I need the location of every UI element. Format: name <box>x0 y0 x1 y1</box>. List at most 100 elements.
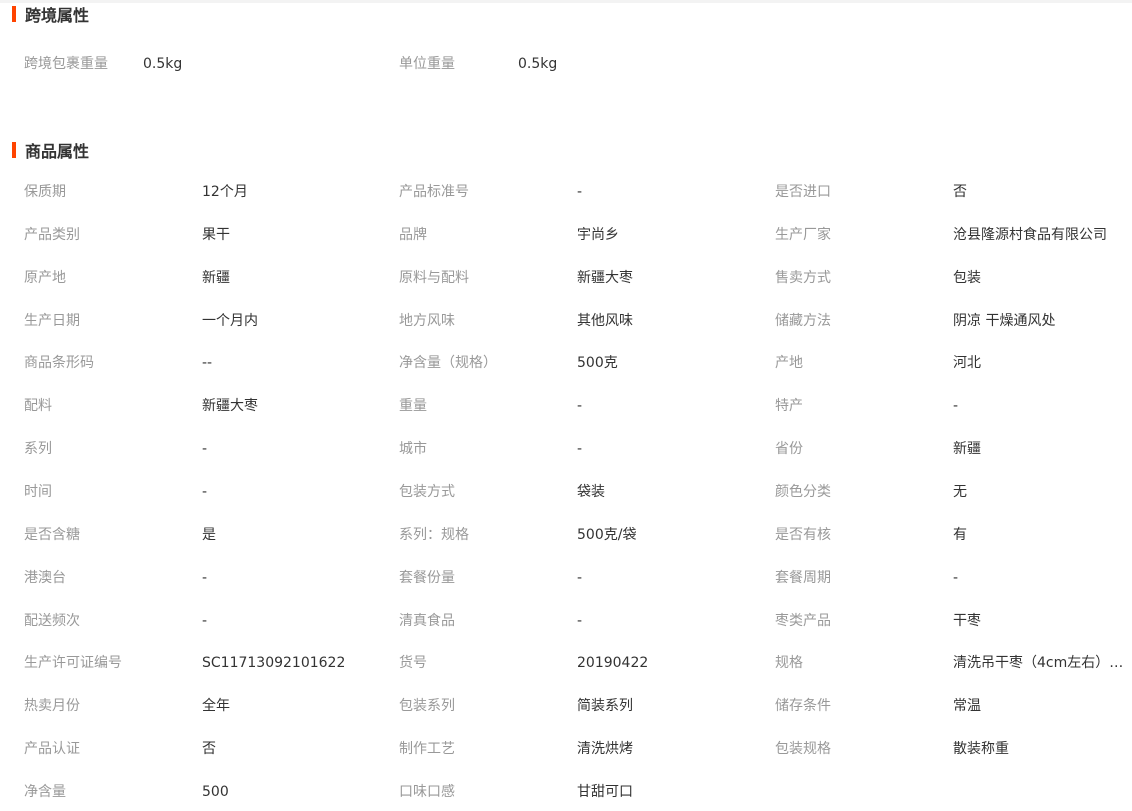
attribute-item: 商品条形码 -- <box>24 353 379 373</box>
attribute-value: 新疆 <box>202 269 230 286</box>
attribute-item: 港澳台 - <box>24 568 379 588</box>
attribute-item: 清真食品 - <box>399 611 754 631</box>
attribute-label: 系列 <box>24 441 52 458</box>
attribute-item: 单位重量 0.5kg <box>399 54 769 74</box>
attribute-value: 常温 <box>953 698 981 715</box>
attribute-value: - <box>577 398 583 415</box>
attribute-value: - <box>953 398 959 415</box>
attribute-label: 储存条件 <box>775 698 831 715</box>
attribute-value: - <box>577 569 583 586</box>
top-divider <box>0 0 1132 3</box>
attribute-label: 制作工艺 <box>399 741 455 758</box>
attribute-label: 保质期 <box>24 184 66 200</box>
attribute-item: 枣类产品 干枣 <box>775 611 1130 631</box>
attribute-value: 500 <box>202 783 229 800</box>
attribute-value: -- <box>202 355 213 372</box>
attribute-value: 无 <box>953 483 967 500</box>
attribute-item: 省份 新疆 <box>775 439 1130 459</box>
attribute-item: 热卖月份 全年 <box>24 696 379 716</box>
attribute-label: 生产日期 <box>24 312 80 329</box>
attribute-value: - <box>577 612 583 629</box>
attribute-label: 规格 <box>775 655 803 672</box>
attribute-label: 是否含糖 <box>24 526 80 543</box>
attribute-value: 0.5kg <box>143 56 183 72</box>
attribute-label: 是否有核 <box>775 526 831 543</box>
attribute-item: 包装方式 袋装 <box>399 482 754 502</box>
attribute-value: 阴凉 干燥通风处 <box>953 312 1056 329</box>
attribute-label: 储藏方法 <box>775 312 831 329</box>
attribute-label: 配料 <box>24 398 52 415</box>
attribute-label: 城市 <box>399 441 427 458</box>
attribute-item: 重量 - <box>399 396 754 416</box>
attribute-value: 宇尚乡 <box>577 226 619 243</box>
attribute-value: 是 <box>202 526 216 543</box>
attribute-label: 包装规格 <box>775 741 831 758</box>
section-title-product: 商品属性 <box>12 140 90 161</box>
attribute-label: 套餐周期 <box>775 569 831 586</box>
attribute-value: 20190422 <box>577 655 649 672</box>
attribute-label: 地方风味 <box>399 312 455 329</box>
attribute-value: 袋装 <box>577 483 605 500</box>
attribute-label: 特产 <box>775 398 803 415</box>
attribute-value: 有 <box>953 526 967 543</box>
attribute-value: - <box>577 441 583 458</box>
attribute-item: 系列 - <box>24 439 379 459</box>
attribute-item: 制作工艺 清洗烘烤 <box>399 739 754 759</box>
section-title-text: 商品属性 <box>25 142 90 161</box>
attribute-item: 原料与配料 新疆大枣 <box>399 268 754 288</box>
attribute-label: 生产许可证编号 <box>24 655 122 672</box>
attribute-item: 净含量（规格） 500克 <box>399 353 754 373</box>
attribute-label: 单位重量 <box>399 56 455 72</box>
attribute-label: 原料与配料 <box>399 269 469 286</box>
attribute-value: 干枣 <box>953 612 981 629</box>
attribute-item: 是否有核 有 <box>775 525 1130 545</box>
section-accent-bar <box>12 142 16 158</box>
attribute-label: 净含量（规格） <box>399 355 497 372</box>
section-accent-bar <box>12 6 16 22</box>
attribute-item: 套餐份量 - <box>399 568 754 588</box>
attribute-item: 保质期 12个月 <box>24 182 379 202</box>
attribute-value: 散装称重 <box>953 741 1009 758</box>
attribute-item: 售卖方式 包装 <box>775 268 1130 288</box>
attribute-label: 产品认证 <box>24 741 80 758</box>
attribute-item: 特产 - <box>775 396 1130 416</box>
attribute-value: 沧县隆源村食品有限公司 <box>953 226 1107 243</box>
attribute-value: 果干 <box>202 226 230 243</box>
attribute-label: 时间 <box>24 483 52 500</box>
attribute-item: 储存条件 常温 <box>775 696 1130 716</box>
attribute-label: 生产厂家 <box>775 226 831 243</box>
attribute-value: 新疆 <box>953 441 981 458</box>
attribute-value: 清洗烘烤 <box>577 741 633 758</box>
attribute-item: 配料 新疆大枣 <box>24 396 379 416</box>
attribute-item: 套餐周期 - <box>775 568 1130 588</box>
attribute-item: 品牌 宇尚乡 <box>399 225 754 245</box>
attribute-item: 跨境包裹重量 0.5kg <box>24 54 394 74</box>
attribute-item: 口味口感 甘甜可口 <box>399 782 754 802</box>
attribute-item: 产地 河北 <box>775 353 1130 373</box>
attribute-item: 系列：规格 500克/袋 <box>399 525 754 545</box>
attribute-item: 生产许可证编号 SC11713092101622 <box>24 653 379 673</box>
attribute-label: 货号 <box>399 655 427 672</box>
attribute-value: 甘甜可口 <box>577 783 633 800</box>
attribute-label: 系列：规格 <box>399 526 469 543</box>
attribute-value: 0.5kg <box>518 56 558 72</box>
attribute-label: 港澳台 <box>24 569 66 586</box>
attribute-label: 热卖月份 <box>24 698 80 715</box>
attribute-item: 包装规格 散装称重 <box>775 739 1130 759</box>
attribute-label: 清真食品 <box>399 612 455 629</box>
attribute-value: 全年 <box>202 698 230 715</box>
attribute-value: 河北 <box>953 355 981 372</box>
attribute-value: - <box>202 569 208 586</box>
attribute-label: 重量 <box>399 398 427 415</box>
attribute-label: 套餐份量 <box>399 569 455 586</box>
attribute-item: 地方风味 其他风味 <box>399 311 754 331</box>
attribute-value: 新疆大枣 <box>577 269 633 286</box>
attribute-value: - <box>953 569 959 586</box>
attribute-item: 包装系列 简装系列 <box>399 696 754 716</box>
section-title-cross-border: 跨境属性 <box>12 4 89 25</box>
attribute-value: 一个月内 <box>202 312 258 329</box>
attribute-label: 产品类别 <box>24 226 80 243</box>
attribute-value: 500克/袋 <box>577 526 637 543</box>
attribute-label: 是否进口 <box>775 184 831 200</box>
attribute-item: 是否含糖 是 <box>24 525 379 545</box>
